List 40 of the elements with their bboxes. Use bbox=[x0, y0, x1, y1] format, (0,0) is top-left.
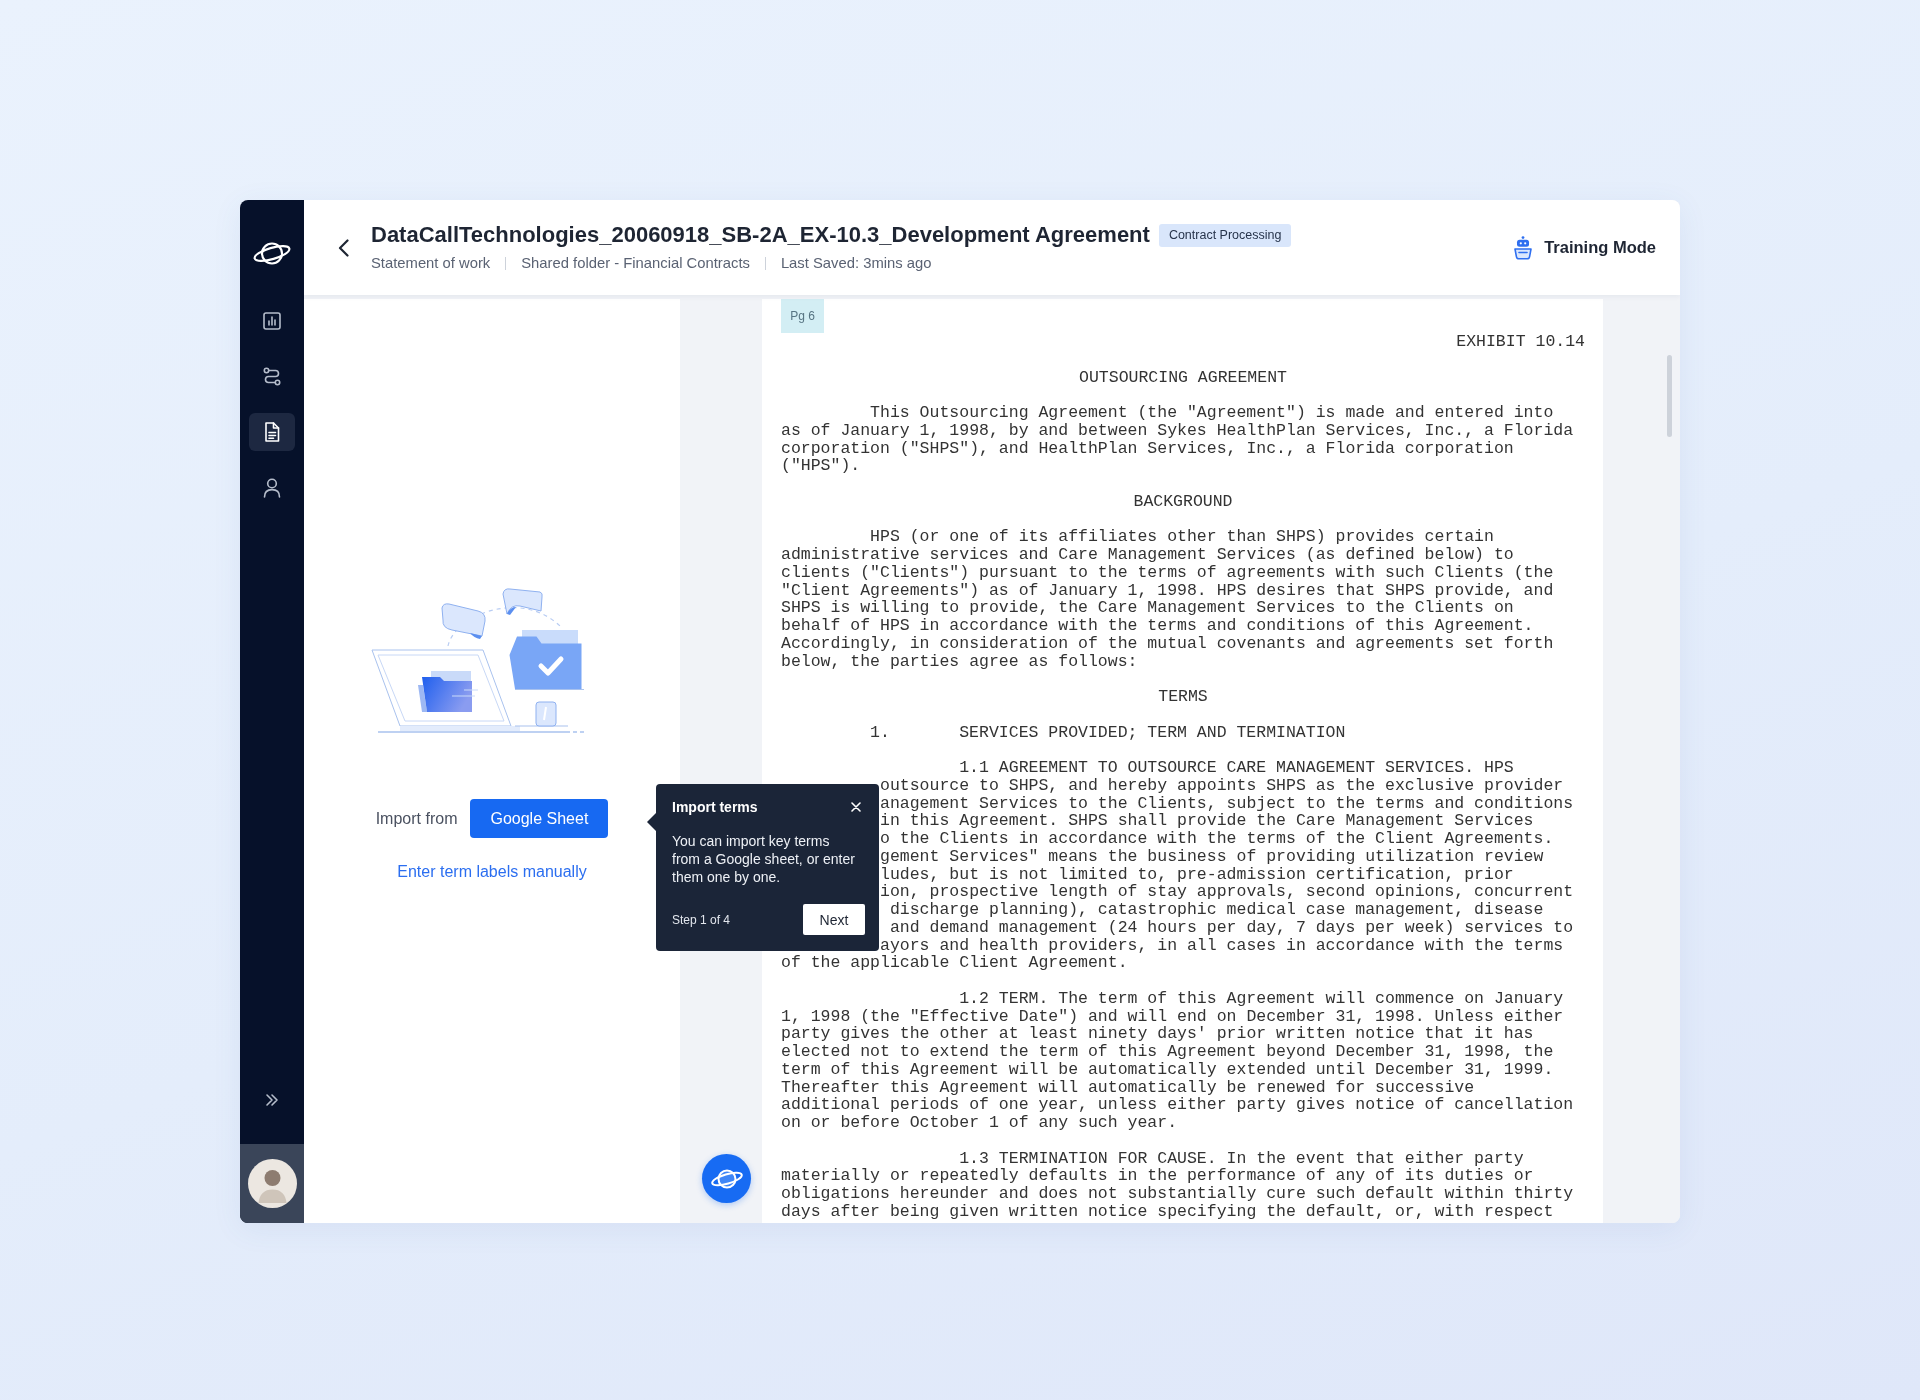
nav-item[interactable] bbox=[249, 413, 295, 452]
import-label: Import from bbox=[375, 809, 458, 828]
route-icon bbox=[263, 367, 281, 387]
paragraph: This Outsourcing Agreement (the "Agreement") is made and entered into as of January 1, 1998, by and between Sykes HealthPlan Services, Inc., a Florida corporation ("SHPS"), and HealthPlan Services, Inc., a Florida corporation ("HPS"). bbox=[781, 404, 1574, 475]
paragraph-fragment: outsource to SHPS, and hereby appoints SHPS as the exclusive provider anagement Services to the Clients, subject to the terms and conditions in this Agreement. SHPS shall provide the Care Management Services o the Clients in accordance with the terms of the Client Agreements. gement Services" means the business of providing utilization review ludes, but is not limited to, pre-admission certification, prior ion, prospective length of stay approvals, second opinions, concurrent discharge planning), catastrophic medical case management, disease and demand management (24 hours per day, 7 days per week) services to ayors and health providers, in all cases in accordance with the terms bbox=[880, 776, 1574, 955]
user-icon bbox=[263, 478, 281, 499]
paragraph-fragment: of the applicable Client Agreement. bbox=[781, 954, 1128, 972]
document-info: Statement of work bbox=[371, 254, 491, 272]
exhibit-label: EXHIBIT 10.14 bbox=[1456, 333, 1585, 351]
assistant-button[interactable] bbox=[702, 1154, 751, 1203]
user-avatar[interactable] bbox=[247, 1159, 297, 1208]
robot-icon bbox=[1513, 235, 1534, 260]
paragraph: HPS (or one of its affiliates other than SHPS) provides certain administrative services and Care Management Services (as defined below) to clients ("Clients") pursuant to the terms of agreements with such Clients (the "Client Agreements") as of January 1, 1998. HPS desires that SHPS provide, and SHPS is willing to provide, the Care Management Services to the Clients on behalf of HPS in accordance with the terms and conditions of this Agreement. Accordingly, in consideration of the mutual covenants and agreements set forth below, the parties agree as follows: bbox=[781, 528, 1554, 671]
section-heading: OUTSOURCING AGREEMENT bbox=[1079, 368, 1287, 387]
double-chevron-icon[interactable] bbox=[265, 1093, 279, 1107]
section-heading: TERMS bbox=[1158, 688, 1208, 706]
clause-paragraph: 1.3 TERMINATION FOR CAUSE. In the event that either party materially or repeatedly defaults in the performance of any of its duties or obligations hereunder and does not substantially cure such default within thirty days after being given written notice specifying the default, or, with respect bbox=[781, 1149, 1574, 1221]
document-info: Last Saved: 3mins ago bbox=[780, 254, 932, 272]
tooltip-title: Import terms bbox=[672, 798, 758, 816]
planet-icon[interactable] bbox=[252, 239, 292, 268]
tooltip-text: You can import key terms from a Google sheet, or enter them one by one. bbox=[672, 833, 856, 887]
training-mode-button[interactable]: Training Mode bbox=[1513, 235, 1656, 260]
next-button[interactable]: Next bbox=[803, 904, 865, 936]
section-title: SERVICES PROVIDED; TERM AND TERMINATION bbox=[959, 722, 1346, 742]
google-sheet-button[interactable]: Google Sheet bbox=[470, 799, 609, 838]
bar-chart-icon bbox=[263, 312, 281, 330]
step-counter: Step 1 of 4 bbox=[672, 912, 731, 927]
section-number: 1. bbox=[870, 723, 891, 742]
document-title: DataCallTechnologies_20060918_SB-2A_EX-10.3_Development Agreement bbox=[371, 223, 1150, 247]
document-icon bbox=[264, 422, 280, 443]
document-info: Shared folder - Financial Contracts bbox=[521, 254, 750, 272]
page-number-tag: Pg 6 bbox=[781, 299, 824, 333]
section-heading: BACKGROUND bbox=[1133, 492, 1233, 511]
clause-paragraph: 1.2 TERM. The term of this Agreement will commence on January 1, 1998 (the "Effective Date") and will end on December 31, 1998. Unless either party gives the other at least ninety days' prior written notice that it has elected not to extend the term of this Agreement beyond December 31, 1998, the term of this Agreement will be automatically extended until December 31, 1999. Thereafter this Agreement will automatically be renewed for successive additional periods of one year, unless either party gives notice of cancellation on or before October 1 of any such year. bbox=[781, 989, 1574, 1132]
clause-paragraph: 1.1 AGREEMENT TO OUTSOURCE CARE MANAGEMENT SERVICES. HPS bbox=[958, 759, 1514, 777]
manual-entry-link[interactable]: Enter term labels manually bbox=[397, 862, 587, 882]
scrollbar-thumb[interactable] bbox=[1667, 355, 1672, 437]
close-icon[interactable] bbox=[851, 802, 861, 812]
back-icon[interactable] bbox=[338, 238, 349, 257]
category-tag: Contract Processing bbox=[1158, 223, 1292, 247]
